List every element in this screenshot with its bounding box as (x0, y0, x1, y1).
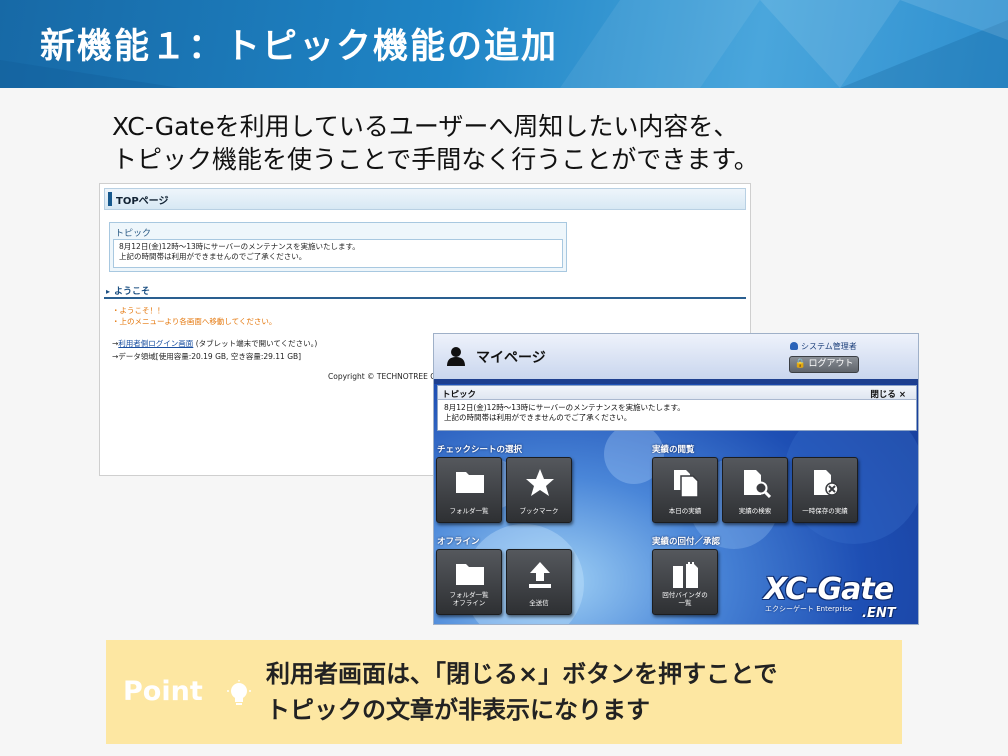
star-icon (526, 469, 554, 496)
xc-gate-logo: XC-Gate (764, 572, 894, 607)
tile-today-results[interactable]: 本日の実績 (652, 457, 718, 523)
binder-icon (673, 562, 698, 588)
tile-folder-list[interactable]: フォルダ一覧 (436, 457, 502, 523)
documents-icon (674, 470, 699, 498)
user-topic-title: トピック (442, 390, 477, 400)
folder-icon (456, 472, 484, 493)
slide-header: 新機能１：トピック機能の追加 (0, 0, 1008, 88)
intro-line-2: トピック機能を使うことで手間なく行うことができます。 (112, 145, 759, 174)
point-box: Point 利用者画面は、「閉じる×」ボタンを押すことで トピックの文章が非表示… (106, 640, 902, 744)
logout-button[interactable]: 🔒 ログアウト (789, 356, 859, 373)
point-label: Point (123, 676, 203, 707)
document-delete-icon (814, 470, 839, 496)
admin-topic-panel: トピック 8月12日(金)12時～13時にサーバーのメンテナンスを実施いたします… (109, 222, 567, 272)
section-approval: 実績の回付／承認 (652, 537, 721, 547)
tile-temp-results[interactable]: 一時保存の実績 (792, 457, 858, 523)
point-text: 利用者画面は、「閉じる×」ボタンを押すことで トピックの文章が非表示になります (266, 656, 777, 728)
slide-title: 新機能１：トピック機能の追加 (40, 27, 559, 67)
tile-send-all[interactable]: 全送信 (506, 549, 572, 615)
user-login-link[interactable]: 利用者側ログイン画面 (118, 339, 193, 348)
folder-icon (456, 564, 484, 585)
document-search-icon (744, 470, 771, 498)
user-icon (447, 347, 465, 366)
intro-text: XC-Gateを利用しているユーザーへ周知したい内容を、 トピック機能を使うこと… (112, 110, 872, 176)
tile-bookmark[interactable]: ブックマーク (506, 457, 572, 523)
divider (104, 297, 746, 299)
user-topic-body: 8月12日(金)12時～13時にサーバーのメンテナンスを実施いたします。 上記の… (444, 403, 685, 422)
user-topic-panel: トピック 閉じる × 8月12日(金)12時～13時にサーバーのメンテナンスを実… (437, 385, 917, 431)
upload-icon (529, 562, 551, 588)
section-checksheet: チェックシートの選択 (437, 445, 523, 455)
tile-folder-offline[interactable]: フォルダ一覧 オフライン (436, 549, 502, 615)
logo-ent: .ENT (862, 606, 896, 621)
welcome-heading: ようこそ (106, 284, 150, 297)
admin-user-label: システム管理者 (790, 341, 857, 352)
section-results: 実績の閲覧 (652, 445, 695, 455)
tile-search-results[interactable]: 実績の検索 (722, 457, 788, 523)
tile-binder-list[interactable]: 回付バインダの 一覧 (652, 549, 718, 615)
intro-line-1: XC-Gateを利用しているユーザーへ周知したい内容を、 (112, 112, 739, 141)
user-mypage-screenshot: マイページ システム管理者 🔒 ログアウト トピック 閉じる × 8月12日(金… (433, 333, 919, 625)
welcome-messages: ・ようこそ！！ ・上のメニューより各画面へ移動してください。 (112, 306, 277, 326)
info-links: →利用者側ログイン画面 (タブレット端末で開いてください。) →データ領域[使用… (112, 339, 318, 361)
section-offline: オフライン (437, 537, 480, 547)
mypage-title: マイページ (476, 350, 546, 366)
top-page-title: TOPページ (116, 196, 169, 207)
admin-topic-title: トピック (115, 229, 152, 239)
logo-subtitle: エクシーゲート Enterprise (765, 605, 853, 613)
point-line-2: トピックの文章が非表示になります (266, 696, 650, 724)
top-page-bar: TOPページ (104, 188, 746, 210)
admin-topic-body: 8月12日(金)12時～13時にサーバーのメンテナンスを実施いたします。 上記の… (113, 239, 563, 268)
point-line-1: 利用者画面は、「閉じる×」ボタンを押すことで (266, 660, 778, 688)
lightbulb-icon (227, 680, 251, 705)
data-capacity: →データ領域[使用容量:20.19 GB, 空き容量:29.11 GB] (112, 352, 302, 361)
topic-close-button[interactable]: 閉じる × (870, 388, 906, 400)
copyright: Copyright © TECHNOTREE CO. (328, 372, 444, 381)
